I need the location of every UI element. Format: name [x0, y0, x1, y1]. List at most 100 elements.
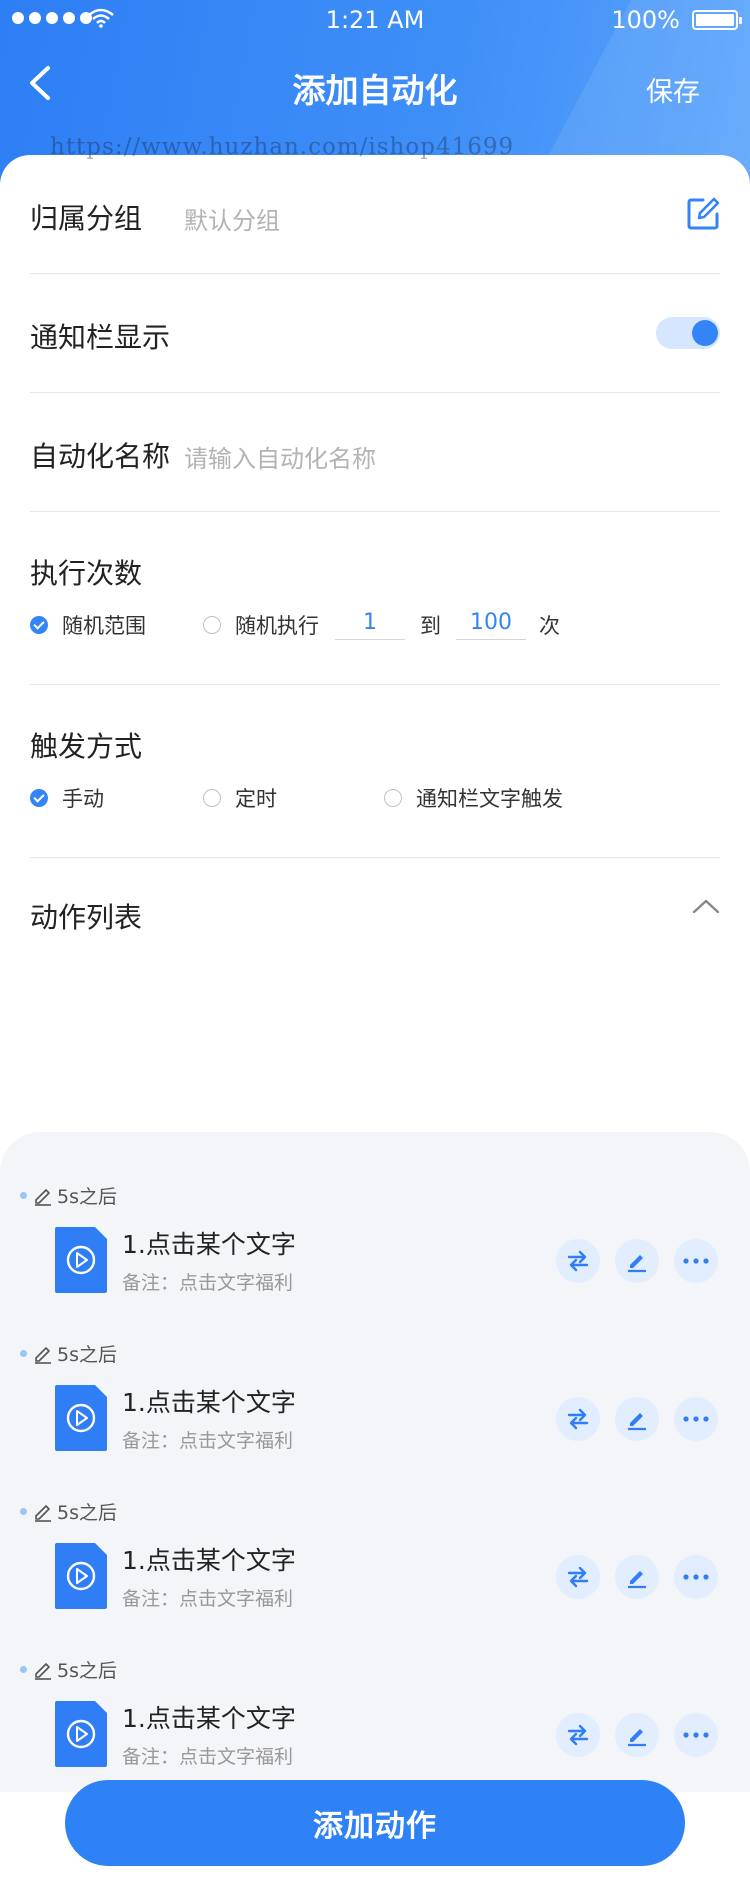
radio-unchecked-icon: [203, 789, 221, 807]
edit-button[interactable]: [615, 1555, 659, 1599]
pencil-icon: [35, 1346, 51, 1364]
more-button[interactable]: [674, 1555, 718, 1599]
action-item: 5s之后 1.点击某个文字 备注：点击文字福利: [0, 1182, 750, 1340]
group-row[interactable]: 归属分组 默认分组: [30, 155, 720, 274]
action-note: 备注：点击文字福利: [122, 1272, 294, 1294]
trigger-option-manual[interactable]: 手动: [30, 783, 104, 813]
pencil-icon: [35, 1188, 51, 1206]
option-label: 定时: [235, 787, 277, 811]
edit-icon: [628, 1571, 646, 1589]
trigger-option-timed[interactable]: 定时: [203, 783, 277, 813]
action-delay: 5s之后: [20, 1182, 117, 1209]
toggle-knob: [692, 320, 718, 346]
action-title: 1.点击某个文字: [122, 1388, 296, 1417]
battery-percent: 100%: [611, 6, 680, 34]
name-row: 自动化名称 请输入自动化名称: [30, 393, 720, 512]
name-label: 自动化名称: [30, 440, 171, 473]
name-input[interactable]: 请输入自动化名称: [184, 439, 376, 474]
timeline-dot: [20, 1192, 27, 1199]
pencil-icon: [35, 1504, 51, 1522]
pencil-icon: [35, 1662, 51, 1680]
group-label: 归属分组: [30, 202, 143, 235]
swap-button[interactable]: [556, 1239, 600, 1283]
status-bar: 1:21 AM 100%: [0, 0, 750, 42]
more-icon: [683, 1258, 709, 1264]
edit-button[interactable]: [615, 1239, 659, 1283]
action-list: 5s之后 1.点击某个文字 备注：点击文字福利 5s之后 1.点击某个文字 备注…: [0, 1132, 750, 1792]
radio-checked-icon: [30, 616, 48, 634]
delay-text: 5s之后: [57, 1344, 117, 1366]
nav-bar: 添加自动化 保存: [0, 42, 750, 130]
form-card: 归属分组 默认分组 通知栏显示 自动化名称 请输入自动化名称 执行次数 随机范围…: [0, 155, 750, 1901]
timeline-dot: [20, 1508, 27, 1515]
edit-button[interactable]: [615, 1713, 659, 1757]
radio-checked-icon: [30, 789, 48, 807]
timeline-dot: [20, 1350, 27, 1357]
action-item: 5s之后 1.点击某个文字 备注：点击文字福利: [0, 1498, 750, 1656]
more-button[interactable]: [674, 1397, 718, 1441]
trigger-row: 触发方式 手动 定时 通知栏文字触发: [30, 685, 720, 858]
option-label: 随机范围: [62, 614, 146, 638]
edit-square-icon[interactable]: [686, 197, 720, 231]
unit-label: 次: [539, 614, 560, 638]
play-file-icon: [55, 1227, 107, 1293]
trigger-option-notify-text[interactable]: 通知栏文字触发: [384, 783, 563, 813]
edit-icon: [628, 1255, 646, 1273]
more-icon: [683, 1416, 709, 1422]
swap-icon: [567, 1408, 589, 1430]
swap-button[interactable]: [556, 1397, 600, 1441]
play-file-icon: [55, 1701, 107, 1767]
actions-label: 动作列表: [30, 901, 143, 934]
action-delay: 5s之后: [20, 1498, 117, 1525]
more-button[interactable]: [674, 1713, 718, 1757]
option-label: 通知栏文字触发: [416, 787, 563, 811]
actions-header[interactable]: 动作列表: [30, 858, 720, 968]
edit-button[interactable]: [615, 1397, 659, 1441]
action-delay: 5s之后: [20, 1340, 117, 1367]
play-file-icon: [55, 1385, 107, 1451]
action-title: 1.点击某个文字: [122, 1230, 296, 1259]
notify-toggle[interactable]: [656, 317, 720, 349]
edit-icon: [628, 1413, 646, 1431]
exec-to-input[interactable]: [456, 610, 526, 640]
watermark-text: https://www.huzhan.com/ishop41699: [50, 134, 515, 160]
more-icon: [683, 1574, 709, 1580]
option-label: 随机执行: [235, 614, 319, 638]
exec-label: 执行次数: [30, 557, 143, 590]
delay-text: 5s之后: [57, 1186, 117, 1208]
exec-from-input[interactable]: [335, 610, 405, 640]
save-button[interactable]: 保存: [646, 70, 700, 109]
exec-row: 执行次数 随机范围 随机执行 到 次: [30, 512, 720, 685]
more-icon: [683, 1732, 709, 1738]
radio-unchecked-icon: [384, 789, 402, 807]
delay-text: 5s之后: [57, 1660, 117, 1682]
radio-unchecked-icon: [203, 616, 221, 634]
action-title: 1.点击某个文字: [122, 1546, 296, 1575]
notify-row: 通知栏显示: [30, 274, 720, 393]
add-action-button[interactable]: 添加动作: [65, 1780, 685, 1866]
group-value: 默认分组: [184, 207, 280, 235]
page-title: 添加自动化: [292, 71, 458, 110]
swap-icon: [567, 1566, 589, 1588]
action-delay: 5s之后: [20, 1656, 117, 1683]
exec-option-random-range[interactable]: 随机范围: [30, 610, 146, 640]
action-note: 备注：点击文字福利: [122, 1430, 294, 1452]
notify-label: 通知栏显示: [30, 321, 171, 354]
edit-icon: [628, 1729, 646, 1747]
more-button[interactable]: [674, 1239, 718, 1283]
action-note: 备注：点击文字福利: [122, 1746, 294, 1768]
battery-icon: [692, 10, 742, 30]
exec-option-random-exec[interactable]: 随机执行: [203, 610, 319, 640]
delay-text: 5s之后: [57, 1502, 117, 1524]
to-label: 到: [420, 614, 441, 638]
action-title: 1.点击某个文字: [122, 1704, 296, 1733]
swap-button[interactable]: [556, 1555, 600, 1599]
play-file-icon: [55, 1543, 107, 1609]
trigger-label: 触发方式: [30, 730, 143, 763]
chevron-up-icon[interactable]: [692, 898, 720, 914]
swap-button[interactable]: [556, 1713, 600, 1757]
swap-icon: [567, 1250, 589, 1272]
action-item: 5s之后 1.点击某个文字 备注：点击文字福利: [0, 1340, 750, 1498]
action-note: 备注：点击文字福利: [122, 1588, 294, 1610]
timeline-dot: [20, 1666, 27, 1673]
